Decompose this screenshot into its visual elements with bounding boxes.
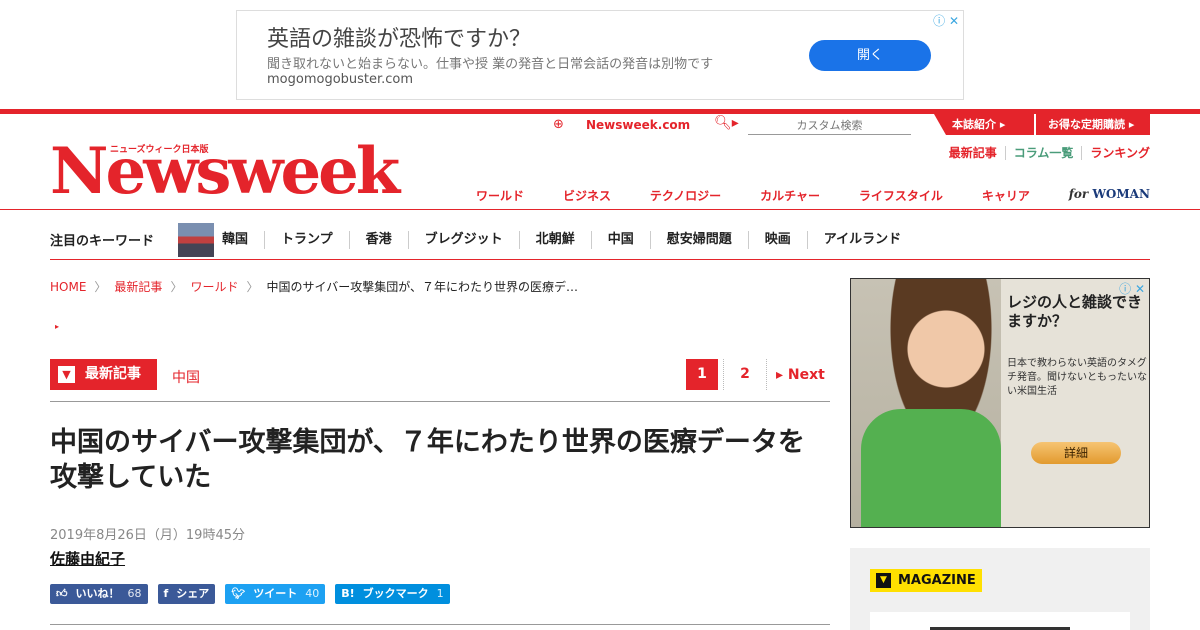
share-label: いいね！ bbox=[75, 587, 120, 600]
facebook-share-button[interactable]: f シェア bbox=[157, 584, 216, 604]
section-badge[interactable]: ▼ 最新記事 bbox=[50, 359, 157, 390]
nav-world[interactable]: ワールド bbox=[476, 187, 524, 204]
chevron-down-icon: ▼ bbox=[58, 366, 75, 383]
article-title: 中国のサイバー攻撃集団が、７年にわたり世界の医療データを攻撃していた bbox=[50, 427, 805, 493]
nav-career[interactable]: キャリア bbox=[982, 187, 1030, 204]
facebook-icon: f bbox=[163, 587, 169, 600]
hatena-bookmark-button[interactable]: B! ブックマーク 1 bbox=[335, 584, 450, 604]
share-count: 1 bbox=[436, 587, 444, 600]
triangle-icon: ▸ bbox=[55, 322, 60, 331]
chevron-right-icon: 〉 bbox=[170, 280, 183, 294]
share-label: ツイート bbox=[253, 587, 298, 600]
tweet-button[interactable]: 🐦︎ ツイート 40 bbox=[225, 584, 326, 604]
breadcrumb-current: 中国のサイバー攻撃集団が、７年にわたり世界の医療デ… bbox=[266, 280, 579, 294]
magazine-label-text: MAGAZINE bbox=[898, 573, 976, 588]
facebook-like-button[interactable]: 👍︎ いいね！ 68 bbox=[50, 584, 148, 604]
twitter-icon: 🐦︎ bbox=[231, 587, 246, 600]
magazine-box: ▼ MAGAZINE bbox=[850, 548, 1150, 630]
search-icon[interactable]: 🔍︎▸ bbox=[714, 115, 739, 131]
nav-technology[interactable]: テクノロジー bbox=[650, 187, 721, 204]
page-1[interactable]: 1 bbox=[686, 359, 718, 390]
for-woman-word: WOMAN bbox=[1092, 187, 1150, 201]
nav-business[interactable]: ビジネス bbox=[563, 187, 611, 204]
share-label: シェア bbox=[176, 587, 210, 600]
breadcrumb-latest[interactable]: 最新記事 bbox=[114, 280, 162, 294]
keyword-thumbnail[interactable] bbox=[178, 222, 215, 257]
tab-about-magazine[interactable]: 本誌紹介 ▸ bbox=[934, 114, 1034, 135]
page-2[interactable]: 2 bbox=[729, 359, 761, 390]
keyword-item[interactable]: 香港 bbox=[348, 230, 408, 249]
section-badge-label: 最新記事 bbox=[85, 366, 141, 382]
side-ad-headline: レジの人と雑談できますか？ bbox=[1007, 293, 1143, 330]
top-advertisement[interactable]: 英語の雑談が恐怖ですか？ 聞き取れないと始まらない。仕事や授 業の発音と日常会話… bbox=[236, 10, 964, 100]
keyword-item[interactable]: 慰安婦問題 bbox=[649, 230, 748, 249]
tab-subscription[interactable]: お得な定期購読 ▸ bbox=[1036, 114, 1150, 135]
thumbs-up-icon: 👍︎ bbox=[56, 587, 68, 600]
for-woman-prefix: for bbox=[1068, 187, 1089, 201]
chevron-right-icon: 〉 bbox=[246, 280, 259, 294]
link-columns[interactable]: コラム一覧 bbox=[1004, 146, 1074, 160]
search-input[interactable] bbox=[748, 116, 911, 135]
nav-culture[interactable]: カルチャー bbox=[760, 187, 820, 204]
header-divider bbox=[0, 209, 1200, 210]
link-latest-articles[interactable]: 最新記事 bbox=[941, 146, 997, 160]
ad-subtext: 聞き取れないと始まらない。仕事や授 業の発音と日常会話の発音は別物です bbox=[267, 57, 714, 72]
keyword-item[interactable]: ブレグジット bbox=[407, 230, 519, 249]
keyword-item[interactable]: トランプ bbox=[264, 230, 349, 249]
chevron-right-icon: 〉 bbox=[94, 280, 107, 294]
breadcrumb-home[interactable]: HOME bbox=[50, 280, 86, 294]
ad-headline[interactable]: 英語の雑談が恐怖ですか？ bbox=[267, 21, 531, 53]
side-ad-button[interactable]: 詳細 bbox=[1031, 442, 1121, 464]
header-sublinks: 最新記事 コラム一覧 ランキング bbox=[941, 144, 1150, 161]
newsweek-logo[interactable]: Newsweek bbox=[50, 140, 400, 204]
chevron-down-icon: ▼ bbox=[876, 573, 891, 588]
article-author[interactable]: 佐藤由紀子 bbox=[50, 548, 125, 569]
share-label: ブックマーク bbox=[362, 587, 429, 600]
globe-icon: ⊕ bbox=[553, 117, 564, 132]
triangle-icon: ▸ bbox=[776, 366, 784, 383]
ad-url[interactable]: mogomogobuster.com bbox=[267, 72, 413, 87]
pagination: 1 2 ▸ Next bbox=[686, 359, 825, 390]
article-divider bbox=[50, 624, 830, 625]
next-page-link[interactable]: ▸ Next bbox=[772, 367, 825, 383]
share-count: 68 bbox=[127, 587, 142, 600]
side-advertisement[interactable]: ⓘ ✕ レジの人と雑談できますか？ 日本で教わらない英語のタメグチ発音。聞けない… bbox=[850, 278, 1150, 528]
tab-label: お得な定期購読 bbox=[1048, 118, 1125, 131]
article-date: 2019年8月26日（月）19時45分 bbox=[50, 528, 245, 543]
ad-photo-vest bbox=[861, 409, 1001, 527]
keyword-bar: 注目のキーワード 韓国 トランプ 香港 ブレグジット 北朝鮮 中国 慰安婦問題 … bbox=[50, 220, 1150, 260]
keyword-item[interactable]: 中国 bbox=[590, 230, 650, 249]
newsweek-com-link[interactable]: Newsweek.com bbox=[586, 118, 690, 132]
keyword-label: 注目のキーワード bbox=[50, 234, 155, 249]
ad-open-button[interactable]: 開く bbox=[809, 40, 931, 71]
keyword-item[interactable]: アイルランド bbox=[806, 230, 917, 249]
pager-divider bbox=[723, 359, 724, 390]
breadcrumb-world[interactable]: ワールド bbox=[190, 280, 238, 294]
keyword-item[interactable]: 韓国 bbox=[222, 231, 264, 249]
nav-lifestyle[interactable]: ライフスタイル bbox=[859, 187, 943, 204]
share-buttons: 👍︎ いいね！ 68 f シェア 🐦︎ ツイート 40 B! ブックマーク 1 bbox=[50, 584, 450, 604]
section-category-link[interactable]: 中国 bbox=[172, 367, 200, 387]
header-top-bar bbox=[0, 109, 1200, 114]
pager-divider bbox=[766, 359, 767, 390]
nav-for-woman[interactable]: for WOMAN bbox=[1069, 187, 1150, 204]
next-label: Next bbox=[787, 366, 825, 383]
logo-subtitle: ニューズウィーク日本版 bbox=[110, 145, 209, 155]
keyword-item[interactable]: 北朝鮮 bbox=[518, 230, 591, 249]
link-ranking[interactable]: ランキング bbox=[1081, 146, 1150, 160]
category-nav: ワールド ビジネス テクノロジー カルチャー ライフスタイル キャリア for … bbox=[476, 187, 1150, 204]
adchoices-icon[interactable]: ⓘ ✕ bbox=[933, 12, 959, 29]
section-divider bbox=[50, 401, 830, 402]
tab-label: 本誌紹介 bbox=[952, 118, 996, 131]
keyword-item[interactable]: 映画 bbox=[747, 230, 807, 249]
magazine-label[interactable]: ▼ MAGAZINE bbox=[870, 569, 982, 592]
side-ad-body: 日本で教わらない英語のタメグチ発音。聞けないともったいない米国生活 bbox=[1007, 358, 1147, 397]
breadcrumb: HOME 〉最新記事〉ワールド〉中国のサイバー攻撃集団が、７年にわたり世界の医療デ… bbox=[50, 278, 578, 295]
hatena-icon: B! bbox=[341, 587, 355, 600]
share-count: 40 bbox=[305, 587, 320, 600]
